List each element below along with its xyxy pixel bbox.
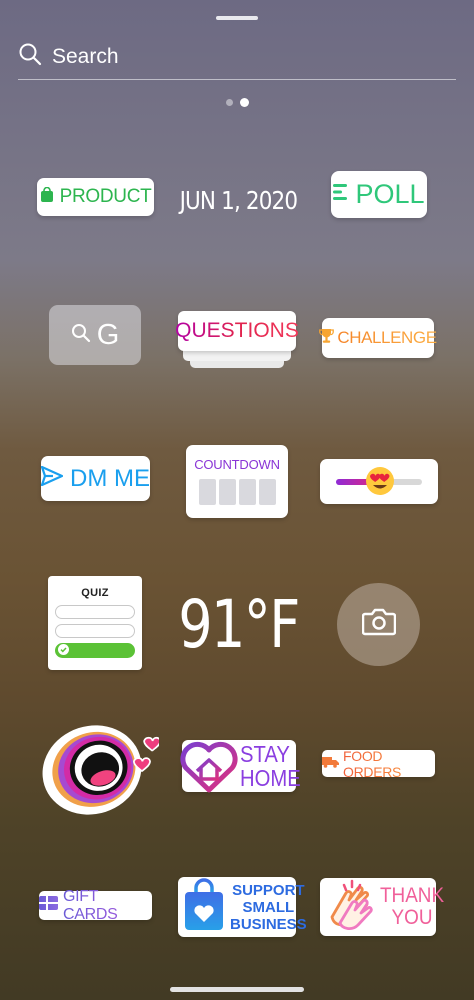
countdown-digit-box (238, 479, 256, 505)
support-label: SUPPORT (232, 881, 305, 899)
questions-sticker[interactable]: QUESTIONS (175, 311, 299, 368)
support-small-business-sticker[interactable]: SUPPORT SMALL BUSINESS (178, 877, 307, 937)
product-sticker[interactable]: PRODUCT (37, 178, 154, 216)
countdown-digit-box (198, 479, 216, 505)
gift-card-icon (39, 896, 58, 915)
countdown-digit-box (218, 479, 236, 505)
heart-eyes-emoji-icon (365, 466, 395, 501)
food-orders-label: FOOD ORDERS (343, 748, 435, 780)
thank-label: THANK (380, 884, 445, 907)
heart-house-icon (178, 738, 240, 799)
date-label: JUN 1, 2020 (179, 185, 297, 215)
challenge-sticker[interactable]: CHALLENGE (319, 318, 437, 358)
countdown-digits (198, 479, 276, 505)
page-dot-2-active[interactable] (240, 98, 249, 107)
quiz-option-correct (55, 643, 135, 658)
dm-me-label: DM ME (70, 464, 150, 492)
gif-label: G (96, 318, 120, 351)
drawer-handle[interactable] (216, 16, 258, 20)
thank-you-text: THANK YOU (380, 885, 444, 929)
search-bar[interactable]: Search (18, 34, 456, 80)
paper-plane-icon (40, 465, 64, 491)
questions-card: QUESTIONS (175, 311, 299, 351)
temperature-sticker[interactable]: 91°F (177, 585, 300, 663)
small-label: SMALL (242, 898, 295, 916)
countdown-label: COUNTDOWN (194, 457, 280, 472)
gif-search-sticker[interactable]: G (49, 305, 141, 365)
support-small-business-text: SUPPORT SMALL BUSINESS (230, 882, 307, 933)
temperature-label: 91°F (177, 585, 300, 663)
poll-icon (333, 183, 349, 206)
clapping-hands-icon (322, 877, 380, 938)
challenge-label: CHALLENGE (337, 328, 437, 347)
product-label: PRODUCT (59, 186, 152, 207)
stay-home-text: STAY HOME (240, 742, 301, 790)
home-indicator-bar[interactable] (170, 987, 304, 992)
you-label: YOU (391, 906, 433, 929)
page-indicator (226, 98, 249, 107)
countdown-sticker[interactable]: COUNTDOWN (186, 445, 288, 518)
quiz-sticker[interactable]: QUIZ (48, 576, 142, 670)
poll-sticker[interactable]: POLL (331, 171, 427, 218)
mouth-sticker[interactable] (37, 712, 159, 820)
search-input[interactable]: Search (52, 45, 119, 69)
search-icon (18, 42, 42, 71)
date-sticker[interactable]: JUN 1, 2020 (176, 182, 300, 218)
camera-icon (361, 608, 396, 641)
countdown-digit-box (258, 479, 276, 505)
gift-cards-sticker[interactable]: GIFT CARDS (39, 888, 152, 923)
camera-sticker-button[interactable] (337, 583, 420, 666)
search-icon (71, 323, 91, 348)
emoji-slider-sticker[interactable] (320, 459, 438, 504)
shopping-bag-heart-icon (182, 877, 226, 937)
stay-home-sticker[interactable]: STAY HOME (178, 738, 301, 794)
shouting-mouth-icon (42, 725, 159, 815)
trophy-icon (319, 328, 335, 349)
quiz-label: QUIZ (81, 587, 109, 599)
delivery-truck-icon (322, 755, 339, 773)
poll-label: POLL (355, 179, 425, 209)
thank-you-sticker[interactable]: THANK YOU (320, 877, 444, 938)
stay-label: STAY (240, 741, 290, 767)
shopping-bag-icon (40, 186, 54, 207)
business-label: BUSINESS (230, 915, 307, 933)
gift-cards-label: GIFT CARDS (63, 888, 152, 924)
food-orders-sticker[interactable]: FOOD ORDERS (322, 748, 435, 780)
questions-label: QUESTIONS (175, 319, 299, 342)
quiz-option-1 (55, 605, 135, 619)
checkmark-icon (58, 642, 69, 660)
quiz-option-2 (55, 624, 135, 638)
home-label: HOME (240, 765, 301, 791)
page-dot-1[interactable] (226, 99, 233, 106)
dm-me-sticker[interactable]: DM ME (40, 456, 150, 501)
